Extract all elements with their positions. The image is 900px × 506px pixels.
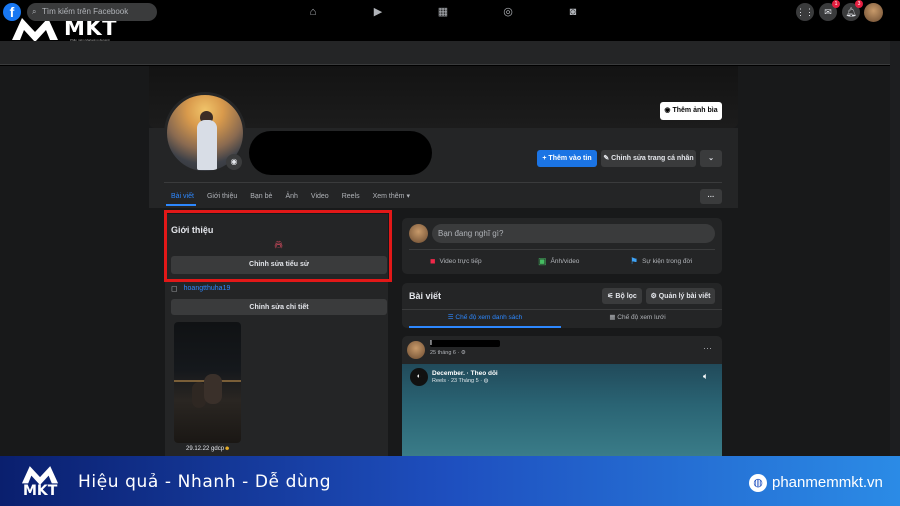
tab-video[interactable]: Video [311, 193, 329, 200]
video-icon[interactable]: ▶ [372, 6, 384, 18]
flag-icon: ⚑ [630, 256, 639, 266]
banner-slogan: Hiệu quả - Nhanh - Dễ dùng [78, 472, 332, 492]
gear-icon: ⚙ [650, 293, 659, 300]
instagram-icon: ◻ [171, 284, 178, 293]
search-placeholder: Tìm kiếm trên Facebook [42, 7, 129, 16]
post-options-icon[interactable]: ··· [703, 343, 712, 353]
facebook-logo-icon[interactable]: f [3, 3, 21, 21]
smile-emoji-icon: ☻ [224, 446, 231, 452]
tab-photos[interactable]: Ảnh [285, 193, 297, 200]
menu-grid-icon[interactable]: ⋮⋮ [796, 3, 814, 21]
live-video-icon: ■ [430, 256, 436, 266]
banner-url[interactable]: phanmemmkt.vn [772, 474, 883, 491]
post-date[interactable]: 25 tháng 6 · ⚙ [430, 350, 466, 356]
instagram-handle[interactable]: hoangtthuha19 [184, 285, 231, 292]
list-view-tab[interactable]: ☰ Chế độ xem danh sách [409, 313, 561, 325]
banner-brand: MKT [23, 483, 58, 499]
profile-name-redacted [249, 131, 432, 175]
instagram-link[interactable]: ◻ hoangtthuha19 [171, 284, 230, 293]
post-author-redacted [430, 340, 500, 347]
composer-avatar[interactable] [409, 224, 428, 243]
search-icon: ⌕ [32, 7, 37, 16]
edit-profile-button[interactable]: ✎ Chỉnh sửa trang cá nhân [601, 150, 696, 167]
account-avatar[interactable] [864, 3, 883, 22]
filter-button[interactable]: ⚟ Bộ lọc [602, 288, 642, 304]
notifications-icon[interactable]: 🔔︎ 3 [842, 0, 863, 21]
posts-title: Bài viết [409, 291, 442, 301]
groups-icon[interactable]: ◎ [502, 6, 514, 18]
tab-friends[interactable]: Bạn bè [250, 193, 272, 200]
globe-icon: ◍ [483, 378, 489, 384]
highlight-box [164, 210, 392, 282]
divider [409, 249, 715, 250]
tab-about[interactable]: Giới thiệu [207, 193, 237, 200]
marketplace-icon[interactable]: ▦ [437, 6, 449, 18]
live-video-button[interactable]: ■ Video trực tiếp [430, 256, 482, 266]
profile-tabs: Bài viết Giới thiệu Bạn bè Ảnh Video Ree… [171, 188, 410, 204]
camera-icon[interactable]: ◉ [226, 154, 242, 170]
photo-icon: ▣ [538, 256, 547, 266]
mkt-logo-icon [21, 466, 59, 485]
active-tab-indicator [166, 204, 196, 206]
featured-caption: 29.12.22 gdcp☻ [186, 446, 231, 452]
edit-details-button[interactable]: Chỉnh sửa chi tiết [171, 299, 387, 315]
divider [402, 309, 722, 310]
messenger-icon[interactable]: ✉ 1 [819, 0, 840, 21]
home-icon[interactable]: ⌂ [307, 6, 319, 18]
featured-photo[interactable] [174, 322, 241, 443]
life-event-button[interactable]: ⚑ Sự kiện trong đời [630, 256, 692, 267]
gaming-icon[interactable]: ◙ [567, 6, 579, 18]
grid-view-tab[interactable]: ▦ Chế độ xem lưới [565, 313, 710, 325]
notification-badge: 3 [855, 0, 863, 8]
more-options-button[interactable]: ··· [700, 189, 722, 204]
globe-icon: ◍ [749, 474, 767, 492]
tab-reels[interactable]: Reels [342, 193, 360, 200]
privacy-icon: ⚙ [460, 350, 466, 356]
facebook-topbar [0, 41, 890, 65]
reel-title[interactable]: December. · Theo dõi [432, 370, 498, 377]
messenger-badge: 1 [832, 0, 840, 8]
volume-icon[interactable]: 🔈︎ [703, 371, 708, 382]
divider [164, 182, 722, 183]
reel-creator-avatar[interactable]: ◐ [410, 368, 428, 386]
tab-posts[interactable]: Bài viết [171, 193, 194, 200]
scrollbar[interactable] [890, 41, 900, 456]
composer-input[interactable]: Bạn đang nghĩ gì? [432, 224, 715, 243]
add-cover-button[interactable]: ◉ Thêm ảnh bìa [660, 102, 722, 120]
tab-more[interactable]: Xem thêm ▾ [373, 192, 410, 200]
reel-meta: Reels · 23 Tháng 5 · ◍ [432, 378, 489, 384]
active-view-indicator [409, 326, 561, 328]
post-author-avatar[interactable] [407, 341, 425, 359]
add-story-button[interactable]: + Thêm vào tin [537, 150, 597, 167]
chevron-down-icon[interactable]: ⌄ [700, 150, 722, 167]
post-author-initial[interactable]: I [430, 340, 432, 347]
photo-video-button[interactable]: ▣ Ảnh/video [538, 256, 579, 267]
manage-posts-button[interactable]: ⚙ Quản lý bài viết [646, 288, 715, 304]
pencil-icon: ✎ [603, 155, 612, 162]
search-input[interactable]: ⌕ Tìm kiếm trên Facebook [27, 3, 157, 21]
